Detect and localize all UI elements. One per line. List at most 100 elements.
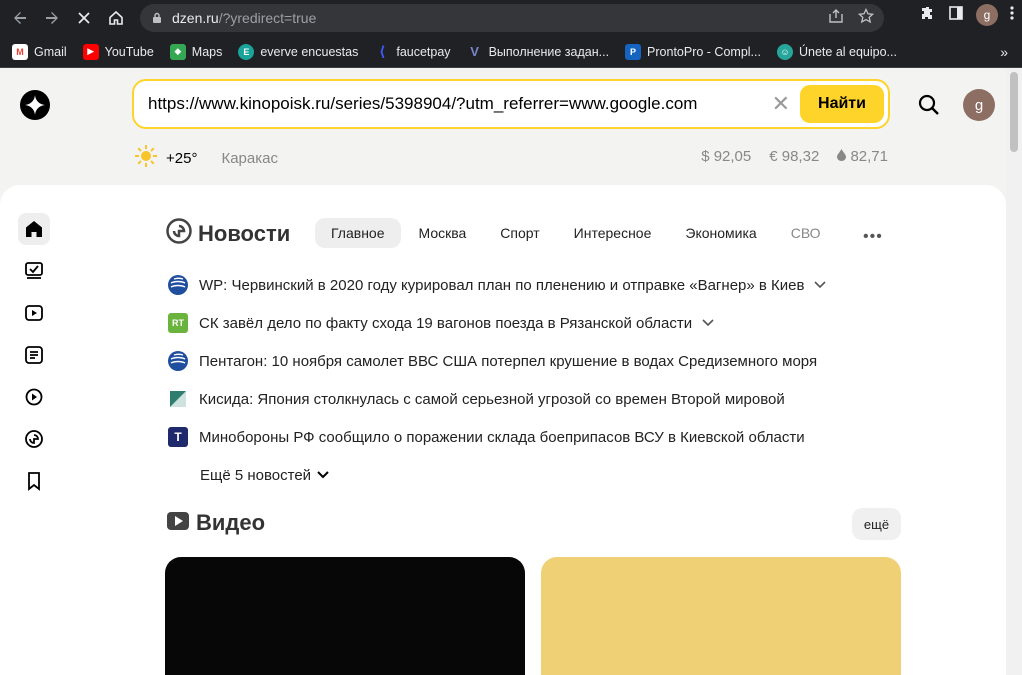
- scroll-thumb[interactable]: [1010, 72, 1018, 152]
- eur-rate[interactable]: € 98,32: [769, 148, 819, 165]
- youtube-icon: ▶: [82, 43, 99, 60]
- faucetpay-icon: ⟨: [379, 43, 386, 59]
- star-icon[interactable]: [857, 7, 875, 29]
- chevron-down-icon[interactable]: [814, 281, 827, 289]
- bookmark-label: Gmail: [34, 44, 67, 59]
- extensions-icon[interactable]: [920, 5, 936, 26]
- checklist-icon: [25, 262, 43, 279]
- video-header: Видео: [166, 510, 265, 536]
- video-section-icon: [166, 511, 190, 536]
- bookmark-label: everve encuestas: [260, 44, 359, 59]
- video-title[interactable]: Видео: [196, 510, 265, 536]
- bookmark-maps[interactable]: ◆ Maps: [169, 43, 223, 60]
- nav-home[interactable]: [18, 213, 50, 245]
- bookmarks-overflow-button[interactable]: »: [1000, 44, 1008, 60]
- nav-news[interactable]: [18, 423, 50, 455]
- news-title[interactable]: Новости: [198, 221, 290, 247]
- tab-sport[interactable]: Спорт: [484, 218, 555, 248]
- url-host: dzen.ru: [172, 10, 219, 26]
- nav-subscriptions[interactable]: [18, 255, 50, 287]
- clear-search-icon[interactable]: ✕: [772, 93, 790, 115]
- nav-articles[interactable]: [18, 339, 50, 371]
- news-headline: СК завёл дело по факту схода 19 вагонов …: [199, 314, 693, 332]
- nav-shorts[interactable]: [18, 381, 50, 413]
- news-item[interactable]: RT СК завёл дело по факту схода 19 вагон…: [168, 304, 826, 342]
- dzen-logo-icon[interactable]: [20, 90, 50, 120]
- chevron-down-icon[interactable]: [702, 319, 714, 327]
- bookmark-label: Únete al equipo...: [798, 44, 897, 59]
- bookmark-join-team[interactable]: ☺ Únete al equipo...: [776, 43, 897, 60]
- search-icon[interactable]: [918, 94, 940, 121]
- oil-value: 82,71: [850, 148, 888, 165]
- page-content: https://www.kinopoisk.ru/series/5398904/…: [0, 68, 1006, 675]
- tabs-more-icon[interactable]: •••: [863, 228, 883, 246]
- tab-interesting[interactable]: Интересное: [558, 218, 668, 248]
- news-headline: Пентагон: 10 ноября самолет ВВС США поте…: [199, 352, 818, 370]
- tab-main[interactable]: Главное: [315, 218, 401, 248]
- globe-icon: [168, 275, 188, 295]
- city-name[interactable]: Каракас: [221, 150, 278, 167]
- news-logo-icon: [25, 430, 43, 448]
- bookmark-label: Maps: [191, 44, 223, 59]
- bookmark-youtube[interactable]: ▶ YouTube: [82, 43, 154, 60]
- video-more-button[interactable]: ещё: [852, 508, 901, 540]
- share-icon[interactable]: [828, 8, 844, 29]
- forward-icon[interactable]: [36, 2, 68, 34]
- search-bar[interactable]: https://www.kinopoisk.ru/series/5398904/…: [132, 79, 890, 129]
- profile-avatar[interactable]: g: [976, 4, 998, 26]
- news-item[interactable]: WP: Червинский в 2020 году курировал пла…: [168, 266, 827, 304]
- everve-icon: E: [238, 43, 255, 60]
- search-input[interactable]: https://www.kinopoisk.ru/series/5398904/…: [148, 94, 748, 114]
- nav-bookmarks[interactable]: [18, 465, 50, 497]
- t-icon: T: [168, 427, 188, 447]
- news-item[interactable]: Кисида: Япония столкнулась с самой серье…: [168, 380, 826, 418]
- more-news-label: Ещё 5 новостей: [200, 466, 312, 484]
- side-panel-icon[interactable]: [948, 5, 964, 26]
- oil-drop-icon: [837, 149, 847, 161]
- lock-icon[interactable]: [152, 12, 162, 24]
- news-item[interactable]: T Минобороны РФ сообщило о поражении скл…: [168, 418, 826, 456]
- news-tabs: Главное Москва Спорт Интересное Экономик…: [315, 218, 839, 248]
- news-headline: Минобороны РФ сообщило о поражении склад…: [199, 428, 805, 446]
- stop-loading-icon[interactable]: [68, 2, 100, 34]
- url-path: /?yredirect=true: [218, 10, 317, 26]
- news-headline: Кисида: Япония столкнулась с самой серье…: [199, 390, 785, 408]
- flag-icon: [168, 389, 188, 409]
- bookmark-gmail[interactable]: M Gmail: [12, 43, 67, 60]
- browser-toolbar: dzen.ru /?yredirect=true g: [0, 0, 1022, 36]
- chevron-down-icon: [317, 471, 329, 479]
- video-thumbnail[interactable]: [541, 557, 901, 675]
- bookmark-faucetpay[interactable]: ⟨ faucetpay: [374, 43, 450, 60]
- news-header: Новости: [166, 218, 290, 249]
- more-news-button[interactable]: Ещё 5 новостей: [200, 456, 826, 494]
- temperature[interactable]: +25°: [166, 150, 197, 167]
- news-item[interactable]: Пентагон: 10 ноября самолет ВВС США поте…: [168, 342, 826, 380]
- tab-moscow[interactable]: Москва: [403, 218, 483, 248]
- video-play-icon: [25, 305, 43, 321]
- usd-rate[interactable]: $ 92,05: [701, 148, 751, 165]
- bookmark-prontopro[interactable]: P ProntoPro - Compl...: [625, 43, 761, 60]
- video-thumbnail[interactable]: [165, 557, 525, 675]
- info-bar: +25° Каракас $ 92,05 € 98,32 82,71: [134, 144, 890, 173]
- bookmark-icon: [28, 472, 40, 491]
- bookmark-tasks[interactable]: V Выполнение задан...: [467, 44, 609, 60]
- bookmark-label: Выполнение задан...: [488, 44, 610, 59]
- oil-rate[interactable]: 82,71: [837, 148, 888, 165]
- back-icon[interactable]: [4, 2, 36, 34]
- side-navigation: [18, 213, 52, 507]
- prontopro-icon: P: [625, 43, 642, 60]
- tab-svo[interactable]: СВО: [775, 218, 837, 248]
- address-bar[interactable]: dzen.ru /?yredirect=true: [140, 4, 884, 32]
- scrollbar[interactable]: [1006, 68, 1022, 675]
- join-icon: ☺: [776, 43, 793, 60]
- news-list: WP: Червинский в 2020 году курировал пла…: [168, 266, 827, 494]
- menu-kebab-icon[interactable]: [1010, 5, 1014, 26]
- sun-icon: [134, 144, 158, 173]
- bookmark-everve[interactable]: E everve encuestas: [238, 43, 359, 60]
- tab-economy[interactable]: Экономика: [669, 218, 772, 248]
- nav-video[interactable]: [18, 297, 50, 329]
- bookmarks-bar: M Gmail ▶ YouTube ◆ Maps E everve encues…: [0, 36, 1022, 68]
- user-avatar[interactable]: g: [963, 89, 995, 121]
- search-button[interactable]: Найти: [800, 85, 884, 123]
- home-icon[interactable]: [100, 2, 132, 34]
